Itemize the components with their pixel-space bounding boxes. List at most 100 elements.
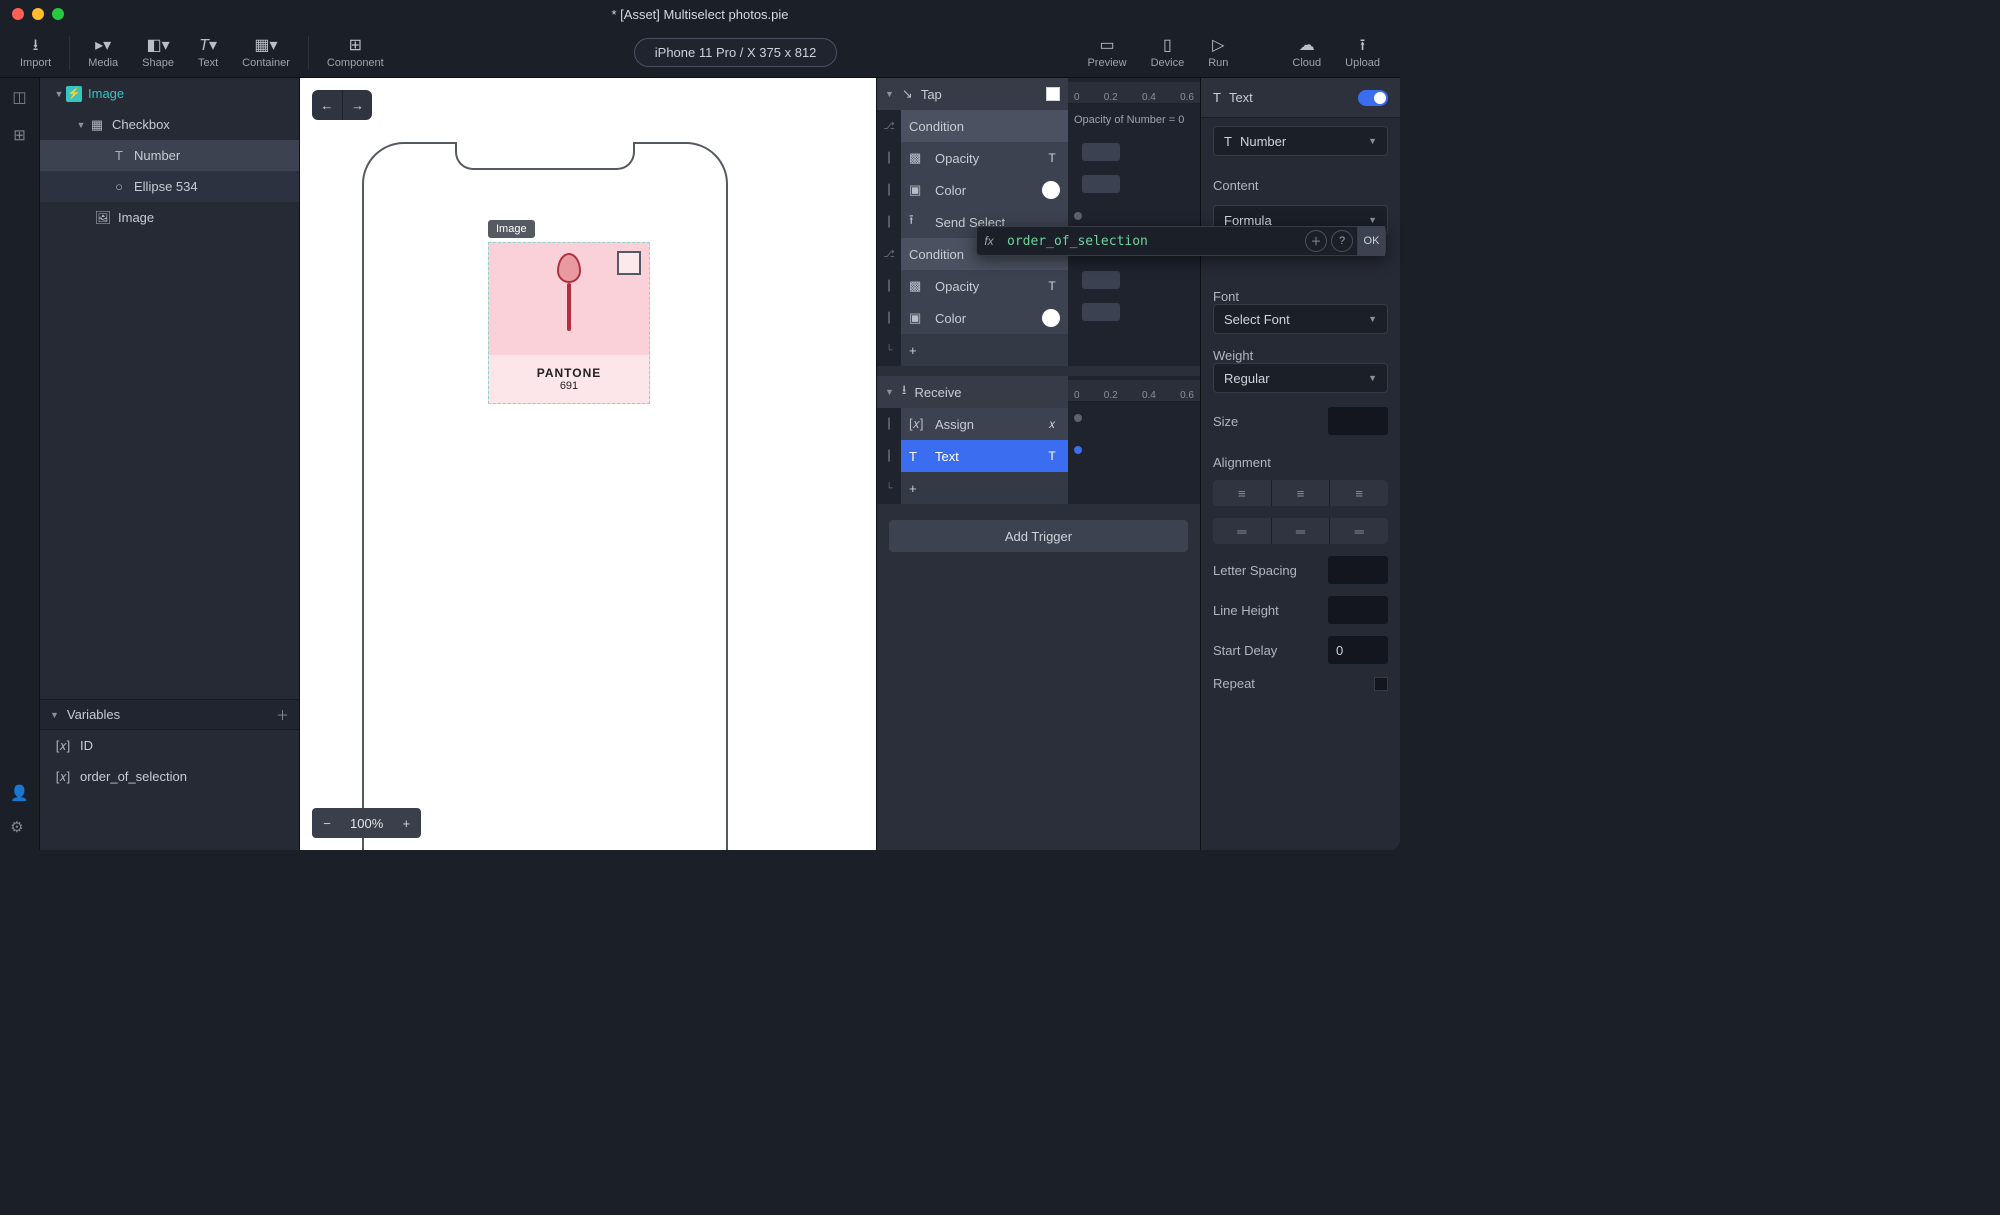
action-opacity[interactable]: ┃▩OpacityT	[877, 142, 1068, 174]
shapes-icon: ◧▾	[146, 37, 169, 55]
component-button[interactable]: ⊞Component	[315, 28, 396, 77]
repeat-checkbox[interactable]	[1374, 677, 1388, 691]
trigger-receive-header[interactable]: ▼⭳Receive	[877, 376, 1068, 408]
zoom-control: − 100% +	[312, 808, 421, 838]
line-height-input[interactable]	[1328, 596, 1388, 624]
variable-icon: 𝑥	[1044, 416, 1060, 432]
variable-id[interactable]: [𝑥]ID	[40, 730, 299, 761]
size-input[interactable]	[1328, 407, 1388, 435]
add-action-button[interactable]: └+	[877, 334, 1068, 366]
add-trigger-button[interactable]: Add Trigger	[889, 520, 1188, 552]
layer-image[interactable]: 🖼Image	[40, 202, 299, 233]
phone-icon: ▯	[1163, 37, 1172, 55]
minimize-icon[interactable]	[32, 8, 44, 20]
timeline-slot[interactable]	[1068, 168, 1200, 200]
letter-spacing-input[interactable]	[1328, 556, 1388, 584]
timeline-slot[interactable]	[1068, 264, 1200, 296]
trigger-swatch[interactable]	[1046, 87, 1060, 101]
target-select[interactable]: TNumber▼	[1213, 126, 1388, 156]
timeline-slot[interactable]	[1068, 402, 1200, 434]
align-top-button[interactable]: ═	[1213, 518, 1271, 544]
shape-button[interactable]: ◧▾Shape	[130, 28, 186, 77]
cloud-button[interactable]: ☁Cloud	[1280, 28, 1333, 77]
ok-button[interactable]: OK	[1357, 226, 1385, 256]
action-opacity-2[interactable]: ┃▩OpacityT	[877, 270, 1068, 302]
align-left-button[interactable]: ≡	[1213, 480, 1271, 506]
action-text[interactable]: ┃TTextT	[877, 440, 1068, 472]
chevron-down-icon: ▼	[52, 89, 66, 99]
variable-icon: [𝑥]	[54, 769, 72, 785]
preview-button[interactable]: ▭Preview	[1075, 28, 1138, 77]
chevron-down-icon: ▼	[74, 120, 88, 130]
device-button[interactable]: ▯Device	[1139, 28, 1197, 77]
trigger-tap-header[interactable]: ▼↘Tap	[877, 78, 1068, 110]
timeline-tap: 00.20.40.6 Opacity of Number = 0	[1068, 78, 1200, 366]
action-color-2[interactable]: ┃▣Color	[877, 302, 1068, 334]
variable-icon: [𝑥]	[909, 416, 927, 432]
back-button[interactable]: ←	[312, 90, 342, 120]
image-asset[interactable]: PANTONE691	[488, 242, 650, 404]
layer-image-root[interactable]: ▼⚡Image	[40, 78, 299, 109]
layer-checkbox[interactable]: ▼▦Checkbox	[40, 109, 299, 140]
container-icon: ▦	[88, 117, 106, 133]
branch-icon: ⎇	[883, 249, 895, 260]
run-button[interactable]: ▷Run	[1196, 28, 1240, 77]
device-selector[interactable]: iPhone 11 Pro / X 375 x 812	[634, 38, 838, 67]
text-icon: T	[1044, 150, 1060, 166]
align-center-button[interactable]: ≡	[1271, 480, 1330, 506]
formula-input[interactable]: order_of_selection	[1001, 234, 1305, 249]
circle-icon	[1042, 181, 1060, 199]
variables-header[interactable]: ▼Variables＋	[40, 699, 299, 730]
user-icon[interactable]: 👤	[10, 784, 29, 802]
layer-ellipse[interactable]: ○Ellipse 534	[40, 171, 299, 202]
circle-icon	[1042, 309, 1060, 327]
container-button[interactable]: ▦▾Container	[230, 28, 302, 77]
enable-toggle[interactable]	[1358, 90, 1388, 106]
zoom-out-button[interactable]: −	[312, 816, 342, 831]
zoom-icon[interactable]	[52, 8, 64, 20]
close-icon[interactable]	[12, 8, 24, 20]
weight-select[interactable]: Regular▼	[1213, 363, 1388, 393]
play-square-icon: ▸▾	[95, 37, 111, 55]
variable-order[interactable]: [𝑥]order_of_selection	[40, 761, 299, 792]
condition-text: Opacity of Number = 0	[1068, 104, 1200, 136]
align-middle-button[interactable]: ═	[1271, 518, 1330, 544]
text-button[interactable]: T▾Text	[186, 28, 230, 77]
circle-icon: ○	[110, 179, 128, 194]
upload-icon: ⭱	[1360, 37, 1366, 55]
gear-icon[interactable]: ⚙	[10, 818, 29, 836]
upload-button[interactable]: ⭱Upload	[1333, 28, 1392, 77]
layer-number[interactable]: TNumber	[40, 140, 299, 171]
divider	[69, 36, 70, 70]
import-button[interactable]: ⭳Import	[8, 28, 63, 77]
panels-icon[interactable]: ◫	[12, 88, 26, 106]
checkbox-overlay[interactable]	[617, 251, 641, 275]
forward-button[interactable]: →	[342, 90, 372, 120]
timeline-slot[interactable]	[1068, 296, 1200, 328]
align-right-button[interactable]: ≡	[1329, 480, 1388, 506]
action-assign[interactable]: ┃[𝑥]Assign𝑥	[877, 408, 1068, 440]
add-panel-icon[interactable]: ⊞	[13, 126, 26, 144]
timeline-slot[interactable]	[1068, 434, 1200, 466]
fill-icon: ▣	[909, 310, 927, 326]
branch-icon: ⎇	[883, 121, 895, 132]
start-delay-input[interactable]: 0	[1328, 636, 1388, 664]
divider	[308, 36, 309, 70]
add-variable-button[interactable]: ＋	[276, 705, 289, 724]
action-condition[interactable]: ⎇Condition	[877, 110, 1068, 142]
align-bottom-button[interactable]: ═	[1329, 518, 1388, 544]
timeline-slot[interactable]	[1068, 136, 1200, 168]
formula-popover: fx order_of_selection ＋ ? OK	[976, 226, 1386, 256]
canvas[interactable]: ← → Image PANTONE691 − 100% +	[300, 78, 876, 850]
add-formula-button[interactable]: ＋	[1305, 230, 1327, 252]
media-button[interactable]: ▸▾Media	[76, 28, 130, 77]
monitor-icon: ▭	[1099, 37, 1114, 55]
zoom-in-button[interactable]: +	[391, 816, 421, 831]
action-color[interactable]: ┃▣Color	[877, 174, 1068, 206]
titlebar: * [Asset] Multiselect photos.pie	[0, 0, 1400, 28]
help-button[interactable]: ?	[1331, 230, 1353, 252]
bolt-icon: ⚡	[66, 86, 82, 102]
add-action-button[interactable]: └+	[877, 472, 1068, 504]
font-select[interactable]: Select Font▼	[1213, 304, 1388, 334]
text-icon: T	[110, 148, 128, 163]
